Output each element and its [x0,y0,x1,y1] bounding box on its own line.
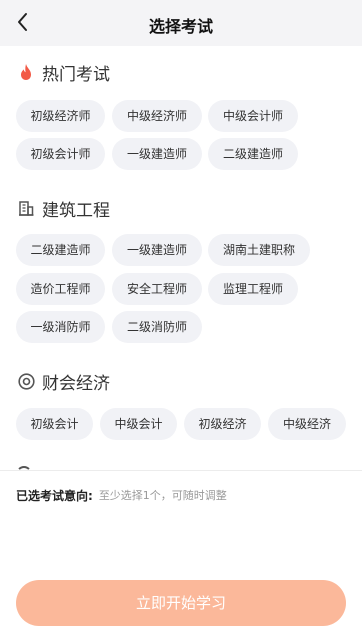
start-learning-button[interactable]: 立即开始学习 [16,580,346,626]
exam-chip[interactable]: 一级建造师 [112,234,202,266]
exam-chip[interactable]: 二级消防师 [112,311,202,343]
exam-chip[interactable]: 湖南土建职称 [208,234,310,266]
section-title: 财会经济 [42,373,110,394]
exam-chip[interactable]: 初级会计 [16,408,93,440]
navigation-bar: 选择考试 [0,0,362,46]
exam-chip[interactable]: 初级经济师 [16,100,105,132]
exam-chip[interactable]: 中级经济 [268,408,346,440]
selected-exams-label: 已选考试意向: [16,488,93,503]
building-icon [16,198,36,218]
page-title: 选择考试 [148,17,213,36]
exam-chip[interactable]: 中级会计 [100,408,177,440]
exam-chip[interactable]: 二级建造师 [208,138,298,170]
exam-chip[interactable]: 监理工程师 [208,273,298,305]
exam-chip[interactable]: 二级建造师 [16,234,105,266]
divider [0,470,362,471]
flame-icon [16,62,36,82]
section-header: 建筑工程 [16,196,110,221]
exam-chip[interactable]: 中级经济师 [112,100,202,132]
section-header: 财会经济 [16,369,110,394]
exam-chip[interactable]: 安全工程师 [112,273,202,305]
target-circle-icon [16,371,36,391]
exam-chip[interactable]: 造价工程师 [16,273,105,305]
section-title: 建筑工程 [42,200,110,221]
exam-list[interactable]: 热门考试 初级经济师 中级经济师 中级会计师 初级会计师 一级建造师 二级建造师… [0,46,362,470]
exam-chip[interactable]: 初级经济 [184,408,261,440]
selected-exams-hint: 至少选择1个，可随时调整 [98,489,227,502]
exam-chip[interactable]: 一级消防师 [16,311,105,343]
exam-chip[interactable]: 一级建造师 [112,138,202,170]
exam-chip[interactable]: 初级会计师 [16,138,105,170]
exam-chip[interactable]: 中级会计师 [208,100,298,132]
section-title: 热门考试 [42,64,110,85]
selected-exams-row: 已选考试意向: 至少选择1个，可随时调整 [16,486,227,504]
section-header: 热门考试 [16,60,110,85]
